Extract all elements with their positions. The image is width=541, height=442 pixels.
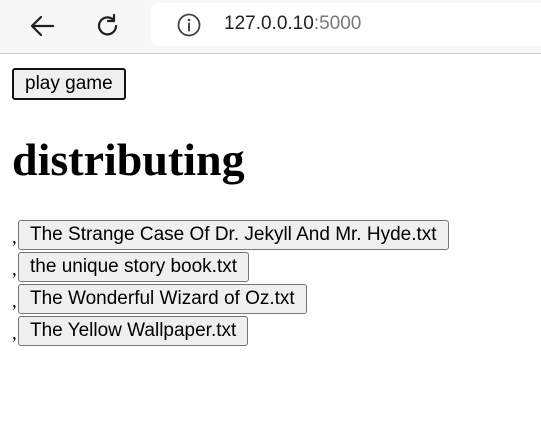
url-host: 127.0.0.10 [224, 13, 314, 34]
play-game-button[interactable]: play game [12, 68, 126, 100]
back-arrow-icon [29, 15, 55, 37]
file-button[interactable]: The Yellow Wallpaper.txt [18, 316, 249, 346]
file-button[interactable]: the unique story book.txt [18, 252, 250, 282]
separator: , [12, 291, 17, 312]
list-item: , The Wonderful Wizard of Oz.txt [12, 283, 449, 315]
browser-toolbar: 127.0.0.10:5000 [0, 0, 541, 54]
list-item: , The Yellow Wallpaper.txt [12, 315, 449, 347]
page-heading: distributing [12, 134, 245, 185]
file-button[interactable]: The Strange Case Of Dr. Jekyll And Mr. H… [18, 220, 449, 250]
info-icon[interactable] [176, 12, 202, 38]
page-content: play game distributing , The Strange Cas… [12, 68, 532, 346]
reload-icon [95, 13, 121, 39]
file-list: , The Strange Case Of Dr. Jekyll And Mr.… [12, 219, 449, 347]
list-item: , The Strange Case Of Dr. Jekyll And Mr.… [12, 219, 449, 251]
url-port: :5000 [313, 13, 362, 34]
address-bar[interactable]: 127.0.0.10:5000 [151, 3, 541, 46]
separator: , [12, 323, 17, 344]
separator: , [12, 227, 17, 248]
url-text[interactable]: 127.0.0.10:5000 [224, 13, 361, 35]
reload-button[interactable] [88, 6, 128, 46]
list-item: , the unique story book.txt [12, 251, 449, 283]
file-button[interactable]: The Wonderful Wizard of Oz.txt [18, 284, 307, 314]
back-button[interactable] [22, 6, 62, 46]
separator: , [12, 259, 17, 280]
